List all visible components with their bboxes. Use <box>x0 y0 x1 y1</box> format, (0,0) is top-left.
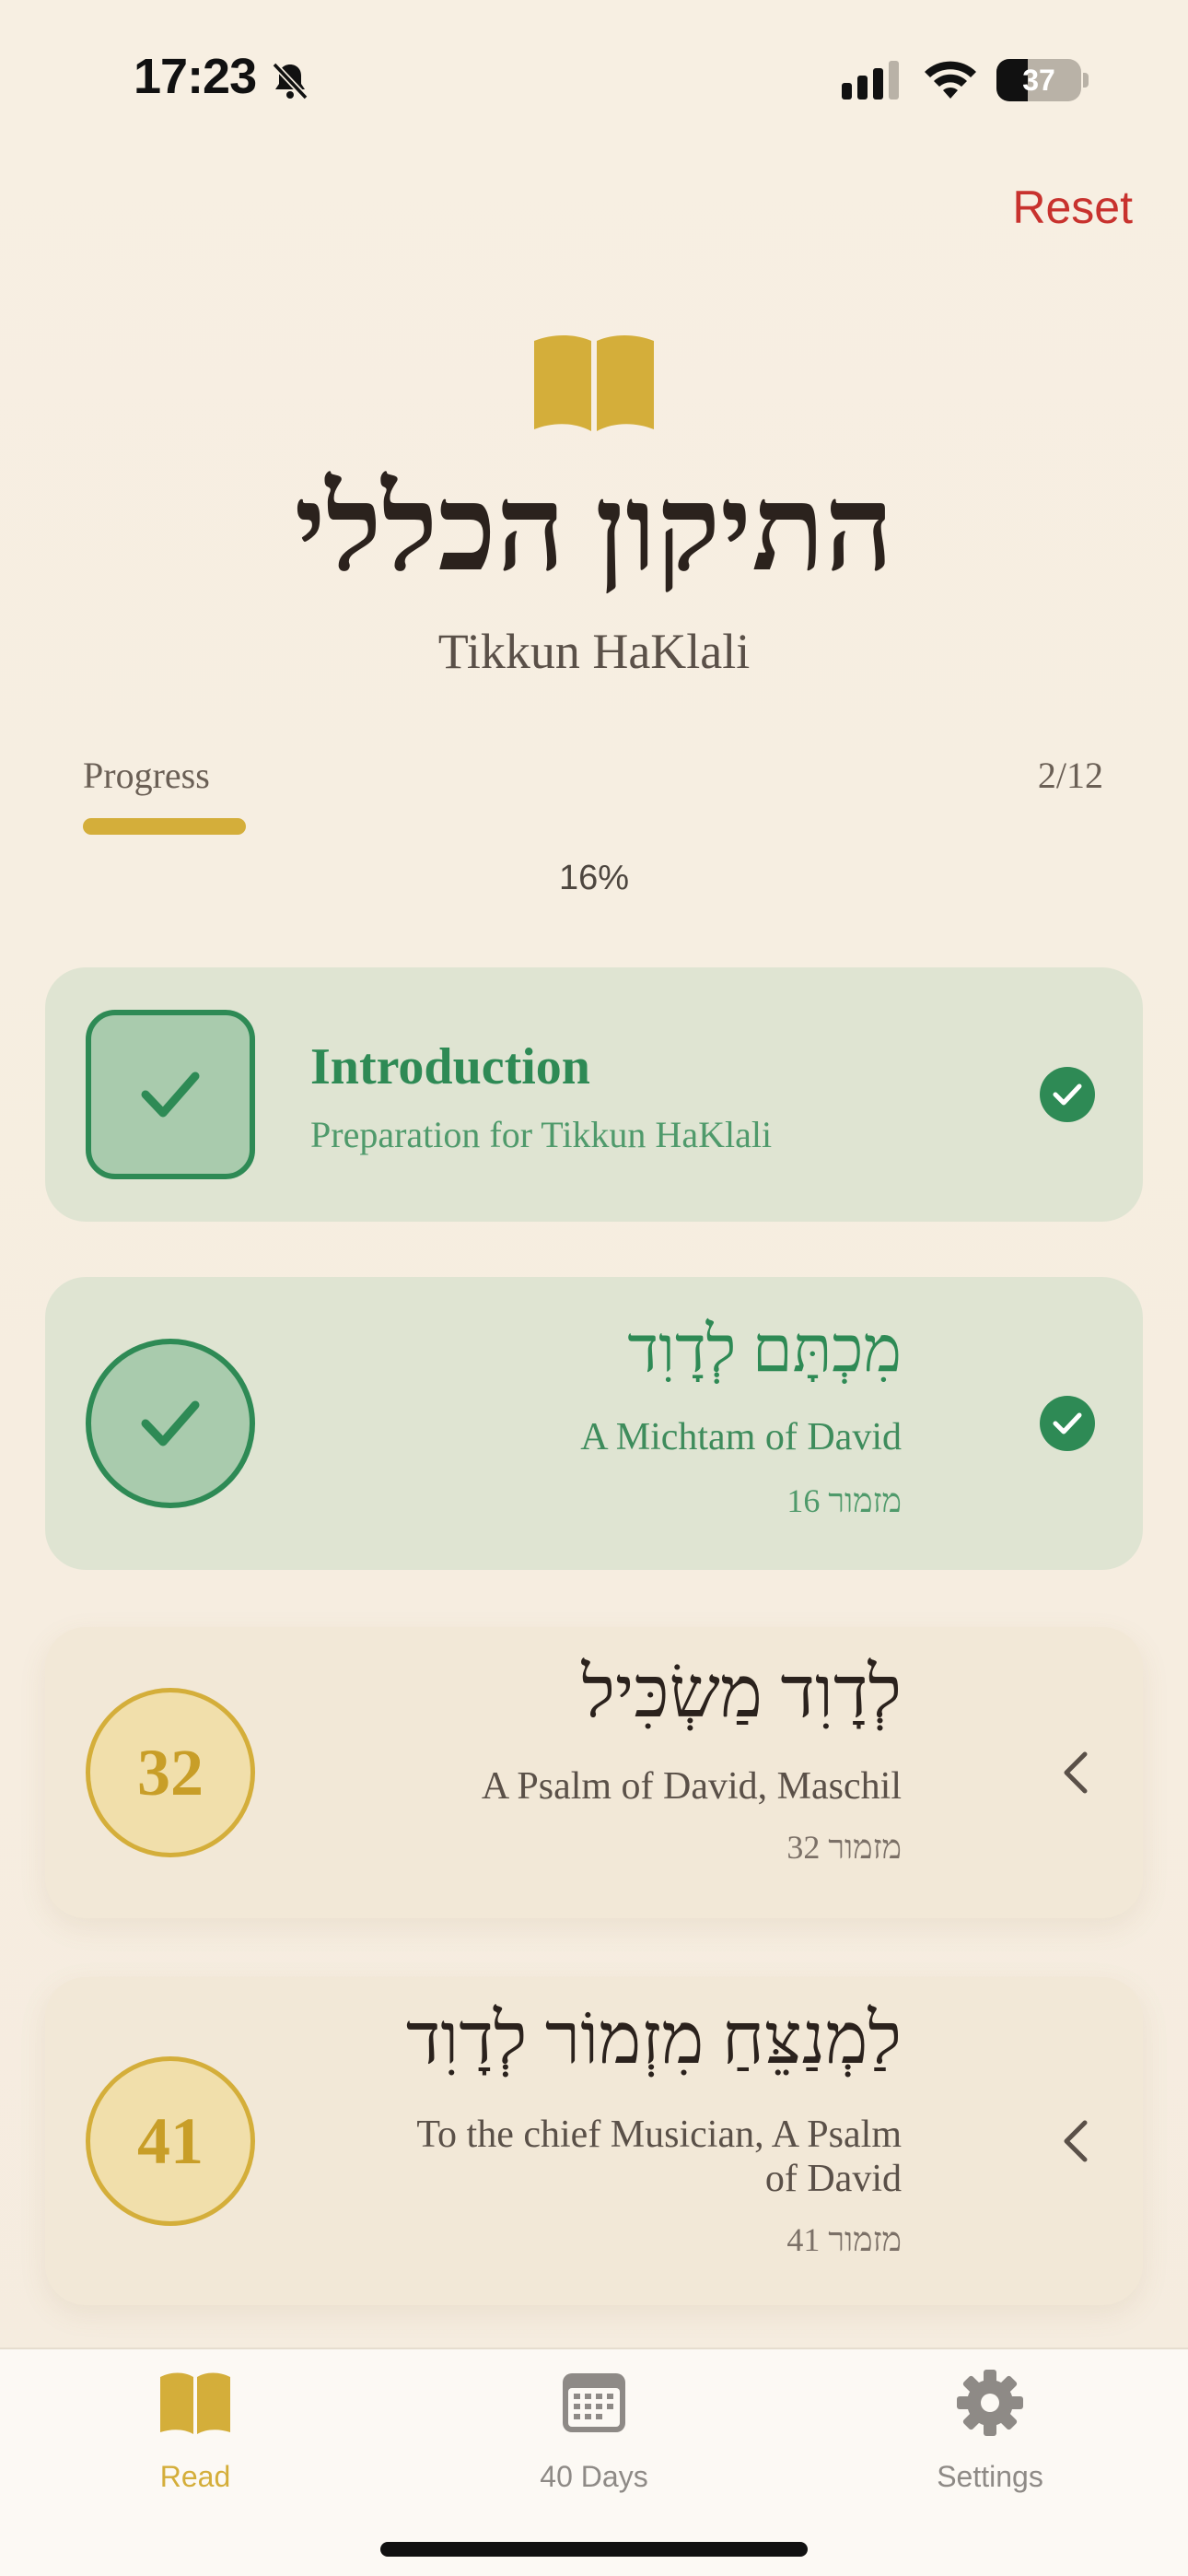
tab-settings[interactable]: Settings <box>852 2349 1128 2534</box>
badge-number: 32 <box>137 1735 204 1809</box>
tab-label: 40 Days <box>540 2460 648 2493</box>
battery-indicator: 37 <box>996 59 1089 101</box>
battery-percent: 37 <box>1022 64 1055 97</box>
page-title-hebrew: התיקון הכללי <box>294 463 894 596</box>
completed-badge <box>86 1010 255 1179</box>
psalm-english-title-line2: of David <box>764 2158 902 2200</box>
book-icon <box>160 2372 230 2434</box>
psalm-number-badge: 41 <box>86 2056 255 2226</box>
wifi-icon <box>925 61 976 99</box>
progress-fill <box>83 818 246 835</box>
psalm-number: מזמור 41 <box>786 2221 902 2258</box>
progress-count: 2/12 <box>1037 755 1103 796</box>
page-title-english: Tikkun HaKlali <box>437 624 751 679</box>
chevron-left-icon <box>1064 1751 1088 1794</box>
card-title: Introduction <box>310 1038 590 1095</box>
psalm-number: מזמור 32 <box>786 1829 902 1866</box>
card-psalm-32[interactable]: 32 לְדָוִד מַשְׂכִּיל A Psalm of David, … <box>45 1627 1143 1918</box>
done-check-icon <box>1040 1067 1095 1122</box>
progress-percent: 16% <box>558 859 630 897</box>
tab-read[interactable]: Read <box>57 2349 333 2534</box>
chevron-left-icon <box>1064 2120 1088 2162</box>
checkmark-icon <box>141 1071 200 1118</box>
home-indicator <box>380 2542 808 2557</box>
psalm-hebrew-title: לְדָוִד מַשְׂכִּיל <box>581 1652 903 1732</box>
card-subtitle: Preparation for Tikkun HaKlali <box>310 1114 773 1155</box>
tab-label: Read <box>159 2460 231 2493</box>
psalm-hebrew-title: מִכְתָּם לְדָוִד <box>627 1315 902 1386</box>
psalm-hebrew-title: לַמְנַצֵּחַ מִזְמוֹר לְדָוִד <box>405 1998 902 2078</box>
reset-button[interactable]: Reset <box>1012 181 1133 234</box>
cellular-signal-icon <box>842 61 899 100</box>
completed-badge <box>86 1339 255 1508</box>
bell-slash-icon <box>272 62 309 100</box>
book-icon <box>534 335 654 431</box>
progress-bar <box>83 818 1103 835</box>
card-psalm-16[interactable]: מִכְתָּם לְדָוִד A Michtam of David מזמו… <box>45 1277 1143 1570</box>
done-check-icon <box>1040 1396 1095 1451</box>
tab-label: Settings <box>937 2460 1043 2493</box>
calendar-icon <box>563 2373 625 2432</box>
badge-number: 41 <box>137 2103 204 2178</box>
psalm-english-title: A Michtam of David <box>580 1416 902 1458</box>
psalm-english-title: A Psalm of David, Maschil <box>481 1765 902 1808</box>
card-psalm-41[interactable]: 41 לַמְנַצֵּחַ מִזְמוֹר לְדָוִד To the c… <box>45 1977 1143 2305</box>
card-introduction[interactable]: Introduction Preparation for Tikkun HaKl… <box>45 967 1143 1222</box>
checkmark-icon <box>141 1400 200 1446</box>
psalm-english-title-line1: To the chief Musician, A Psalm <box>416 2113 902 2156</box>
psalm-number: מזמור 16 <box>786 1482 902 1519</box>
psalm-number-badge: 32 <box>86 1688 255 1857</box>
progress-label: Progress <box>83 755 210 796</box>
status-time: 17:23 <box>134 49 257 104</box>
gear-icon <box>957 2370 1023 2436</box>
status-bar: 17:23 37 <box>0 0 1188 147</box>
tab-40-days[interactable]: 40 Days <box>456 2349 732 2534</box>
